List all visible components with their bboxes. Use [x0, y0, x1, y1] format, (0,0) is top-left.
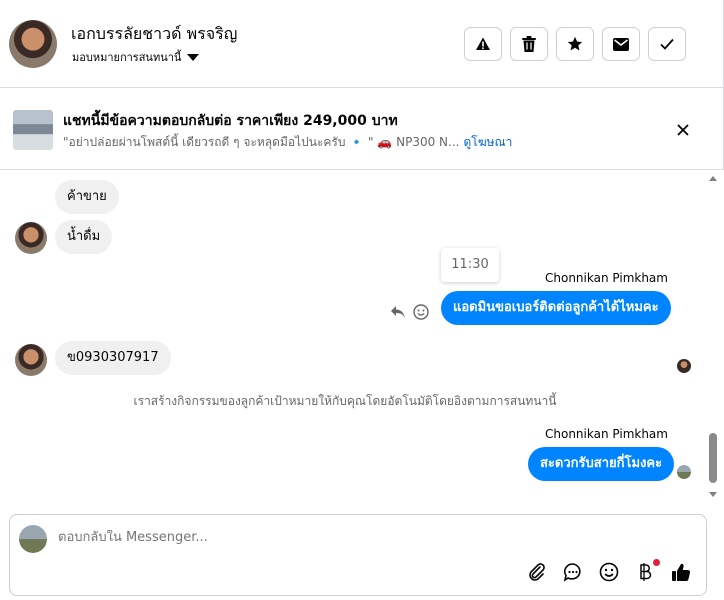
contact-name[interactable]: เอกบรรลัยชาวด์ พรจริญ: [71, 22, 237, 47]
message-thread[interactable]: ค้าขาย น้ำดื่ม 11:30 Chonnikan Pimkham แ…: [0, 170, 724, 505]
check-icon: [660, 38, 674, 50]
sender-name: Chonnikan Pimkham: [545, 427, 668, 441]
emoji-button[interactable]: [598, 561, 620, 583]
seen-indicator-avatar: [677, 359, 691, 373]
baht-icon: [640, 563, 652, 581]
view-ad-link[interactable]: ดูโฆษณา: [463, 135, 512, 149]
incoming-message[interactable]: น้ำดื่ม: [55, 220, 113, 254]
payment-button[interactable]: [634, 559, 660, 583]
saved-replies-button[interactable]: [562, 561, 584, 583]
mark-unread-button[interactable]: [602, 27, 640, 61]
like-button[interactable]: [670, 561, 692, 583]
contact-avatar-small[interactable]: [15, 344, 47, 376]
message-input[interactable]: [58, 530, 558, 545]
report-spam-button[interactable]: [464, 27, 502, 61]
paperclip-icon: [529, 563, 545, 581]
smiley-icon: [599, 562, 619, 582]
page-avatar: [19, 525, 47, 553]
assign-conversation-dropdown[interactable]: มอบหมายการสนทนานี้: [72, 48, 200, 66]
scroll-up-arrow-icon[interactable]: [708, 174, 718, 182]
ad-title: แชทนี้มีข้อความตอบกลับต่อ ราคาเพียง 249,…: [63, 113, 398, 129]
ad-thumbnail[interactable]: [13, 110, 53, 150]
scroll-down-arrow-icon[interactable]: [708, 491, 718, 499]
notification-dot: [653, 559, 660, 566]
contact-avatar-small[interactable]: [15, 222, 47, 254]
trash-icon: [522, 36, 536, 52]
chat-bubble-icon: [563, 563, 581, 582]
conversation-header: เอกบรรลัยชาวด์ พรจริญ มอบหมายการสนทนานี้: [0, 0, 724, 88]
mark-done-button[interactable]: [648, 27, 686, 61]
delete-button[interactable]: [510, 27, 548, 61]
ad-description-text: "อย่าปล่อยผ่านโพสต์นี้ เดียวรถดี ๆ จะหลุ…: [63, 135, 460, 149]
reply-icon[interactable]: [390, 305, 406, 319]
close-ad-button[interactable]: [673, 120, 693, 140]
scrollbar-thumb[interactable]: [709, 433, 717, 483]
header-actions: [464, 27, 686, 61]
caret-down-icon: [187, 53, 200, 61]
star-button[interactable]: [556, 27, 594, 61]
incoming-message[interactable]: ข0930307917: [55, 341, 171, 375]
react-emoji-icon[interactable]: [413, 304, 429, 320]
assign-label: มอบหมายการสนทนานี้: [72, 51, 182, 64]
timestamp-tooltip: 11:30: [441, 248, 499, 282]
outgoing-message[interactable]: แอดมินขอเบอร์ติดต่อลูกค้าได้ไหมคะ: [441, 291, 671, 325]
seen-indicator-avatar: [677, 465, 691, 479]
sender-name: Chonnikan Pimkham: [545, 271, 668, 285]
ad-description: "อย่าปล่อยผ่านโพสต์นี้ เดียวรถดี ๆ จะหลุ…: [63, 133, 512, 152]
ad-context-bar: แชทนี้มีข้อความตอบกลับต่อ ราคาเพียง 249,…: [0, 88, 724, 170]
mail-icon: [613, 37, 629, 51]
system-message: เราสร้างกิจกรรมของลูกค้าเป้าหมายให้กับคุ…: [133, 394, 557, 408]
outgoing-message[interactable]: สะดวกรับสายกี่โมงคะ: [528, 447, 675, 481]
reply-composer: [9, 514, 707, 596]
thumbs-up-icon: [672, 563, 691, 582]
attach-button[interactable]: [526, 561, 548, 583]
contact-avatar[interactable]: [9, 20, 57, 68]
composer-toolbar: [526, 559, 692, 583]
warning-icon: [476, 37, 490, 50]
incoming-message[interactable]: ค้าขาย: [55, 180, 119, 214]
close-icon: [677, 124, 689, 136]
star-icon: [567, 36, 583, 51]
chat-scrollbar[interactable]: [708, 174, 718, 504]
